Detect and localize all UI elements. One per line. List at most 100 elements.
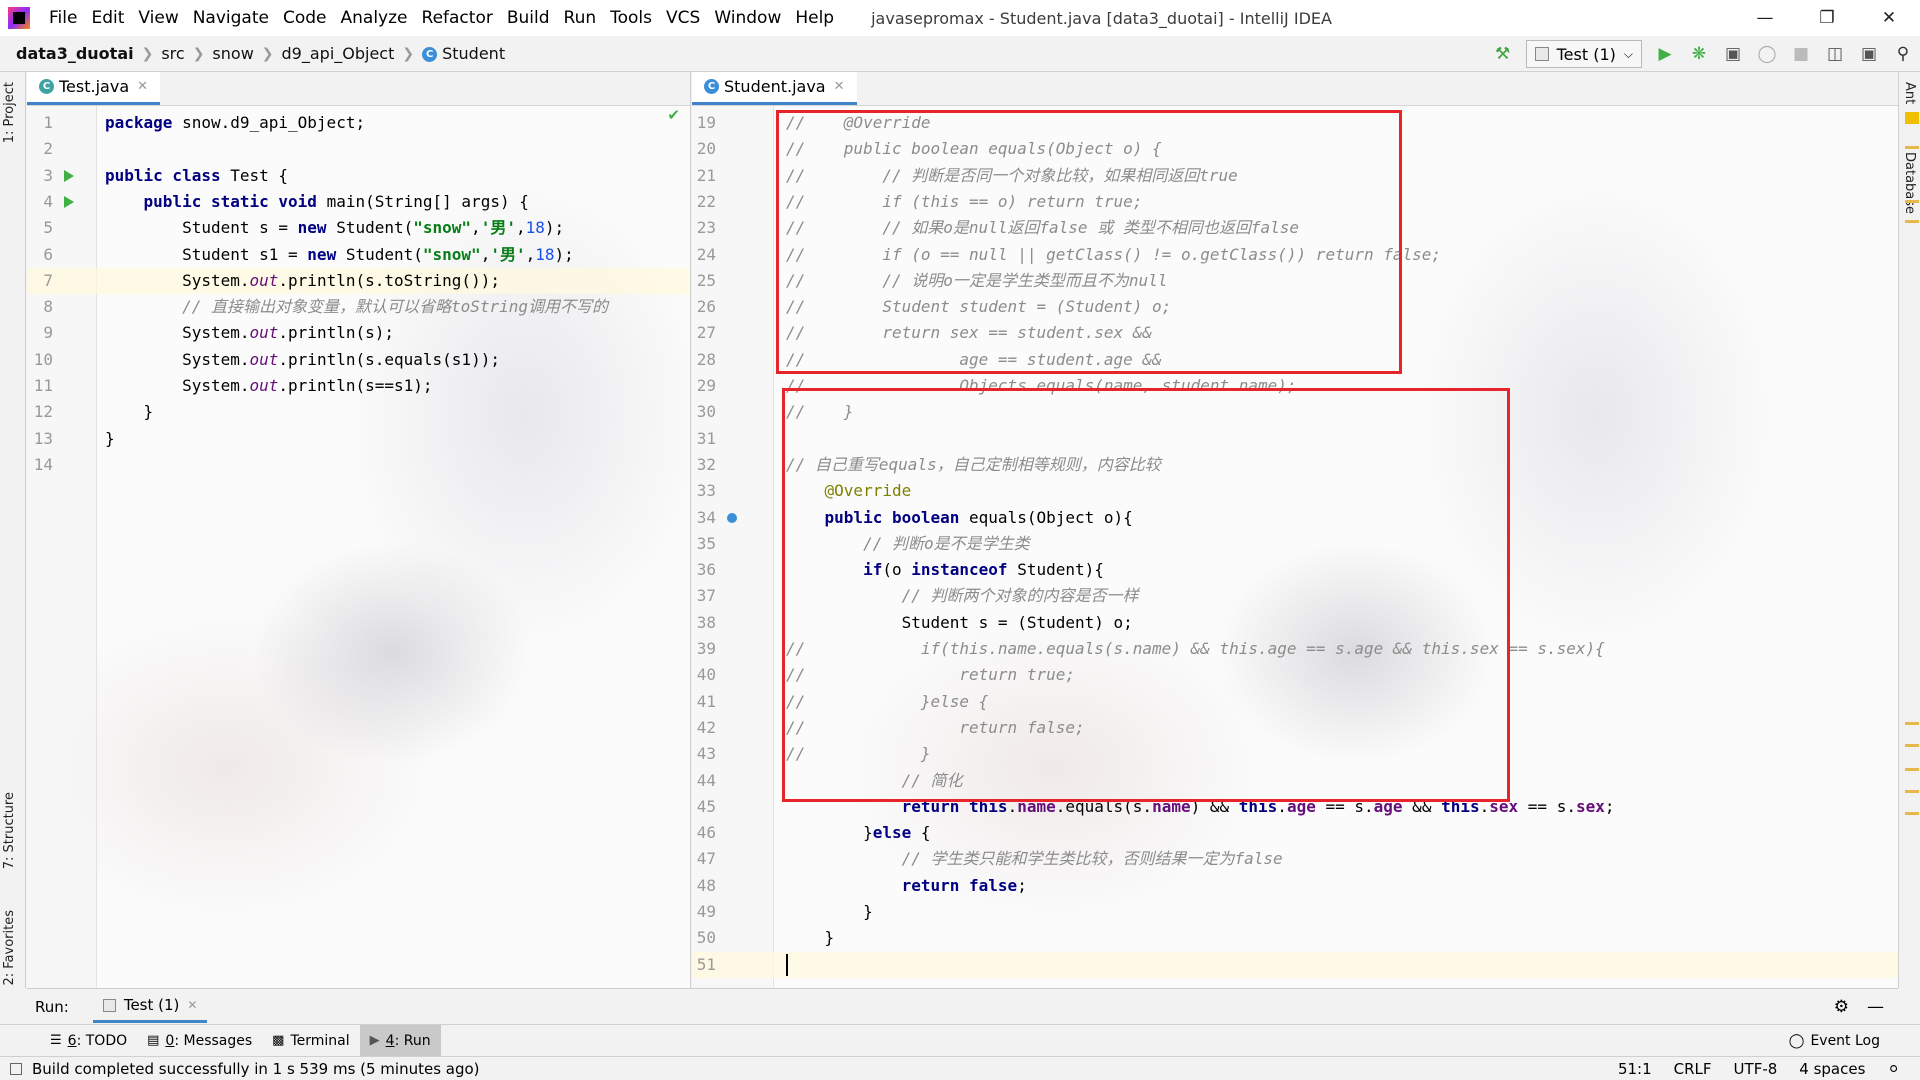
- indent-setting[interactable]: 4 spaces: [1799, 1060, 1865, 1078]
- code-line[interactable]: 12 }: [27, 399, 690, 425]
- code-line[interactable]: 49 }: [692, 899, 1898, 925]
- tool-tab-run[interactable]: ▶ 4: Run: [359, 1024, 441, 1057]
- tool-tab-terminal[interactable]: ▩ Terminal: [262, 1025, 359, 1057]
- code-line[interactable]: 50 }: [692, 925, 1898, 951]
- run-config-selector[interactable]: Test (1) ⌵: [1525, 40, 1642, 68]
- event-log-button[interactable]: ◯ Event Log: [1789, 1033, 1880, 1049]
- search-icon[interactable]: ⚲: [1888, 39, 1918, 69]
- minimize-button[interactable]: —: [1734, 0, 1796, 36]
- menu-navigate[interactable]: Navigate: [186, 8, 276, 28]
- code-line[interactable]: 8 // 直接输出对象变量，默认可以省略toString调用不写的: [27, 294, 690, 320]
- code-line[interactable]: 11 System.out.println(s==s1);: [27, 373, 690, 399]
- file-encoding[interactable]: UTF-8: [1734, 1060, 1778, 1078]
- code-line[interactable]: 46 }else {: [692, 820, 1898, 846]
- minimize-icon[interactable]: —: [1867, 997, 1884, 1017]
- menu-analyze[interactable]: Analyze: [334, 8, 415, 28]
- error-stripe-marker[interactable]: [1905, 722, 1919, 725]
- menu-view[interactable]: View: [131, 8, 185, 28]
- error-stripe-marker[interactable]: [1905, 220, 1919, 223]
- error-stripe-marker[interactable]: [1905, 812, 1919, 815]
- tool-tab-todo[interactable]: ☰ 6: TODO: [40, 1025, 137, 1057]
- error-stripe-marker[interactable]: [1905, 768, 1919, 771]
- breadcrumb-class-student[interactable]: C Student: [420, 44, 507, 63]
- menu-edit[interactable]: Edit: [84, 8, 131, 28]
- close-button[interactable]: ✕: [1858, 0, 1920, 36]
- close-icon[interactable]: ✕: [834, 79, 845, 94]
- code-line[interactable]: 14: [27, 452, 690, 478]
- code-editor-left[interactable]: 1 package snow.d9_api_Object; 2 3 public cla…: [27, 106, 690, 988]
- error-stripe-marker[interactable]: [1905, 112, 1919, 124]
- line-number: 11: [33, 376, 53, 395]
- error-stripe-marker[interactable]: [1905, 744, 1919, 747]
- error-stripe-marker[interactable]: [1905, 200, 1919, 203]
- tool-tab-terminal-label: Terminal: [290, 1032, 350, 1049]
- profile-icon[interactable]: ◯: [1752, 39, 1782, 69]
- tab-test-java[interactable]: C Test.java ✕: [27, 72, 161, 105]
- code-text: System.out.println(s.toString());: [105, 268, 500, 294]
- code-token: System.: [105, 270, 250, 290]
- run-gutter-icon[interactable]: [64, 195, 74, 208]
- code-line[interactable]: 47 // 学生类只能和学生类比较，否则结果一定为false: [692, 846, 1898, 872]
- code-line[interactable]: 4 public static void main(String[] args)…: [27, 189, 690, 215]
- override-gutter-icon[interactable]: [727, 512, 737, 523]
- line-separator[interactable]: CRLF: [1674, 1060, 1712, 1078]
- tool-tab-database[interactable]: Database: [1902, 152, 1917, 214]
- error-stripe-marker[interactable]: [1905, 146, 1919, 149]
- menu-run[interactable]: Run: [557, 8, 604, 28]
- code-line[interactable]: 1 package snow.d9_api_Object;: [27, 110, 690, 136]
- tool-tab-favorites[interactable]: 2: Favorites: [2, 910, 17, 986]
- status-bar: Build completed successfully in 1 s 539 …: [0, 1056, 1920, 1080]
- menu-file[interactable]: File: [42, 8, 84, 28]
- breadcrumb-package-d9[interactable]: d9_api_Object: [280, 44, 397, 63]
- class-icon: C: [39, 79, 54, 94]
- run-with-coverage-icon[interactable]: ▣: [1718, 39, 1748, 69]
- maximize-button[interactable]: ❐: [1796, 0, 1858, 36]
- status-toggle-icon[interactable]: [10, 1062, 22, 1075]
- code-line[interactable]: 13}: [27, 426, 690, 452]
- code-line[interactable]: 5 Student s = new Student("snow",'男',18)…: [27, 215, 690, 241]
- menu-help[interactable]: Help: [788, 8, 841, 28]
- menu-code[interactable]: Code: [276, 8, 334, 28]
- build-hammer-icon[interactable]: ⚒: [1488, 39, 1518, 69]
- tool-tab-structure[interactable]: 7: Structure: [2, 792, 17, 869]
- menu-vcs[interactable]: VCS: [659, 8, 707, 28]
- run-tab-test[interactable]: Test (1) ✕: [92, 990, 208, 1023]
- code-line[interactable]: 48 return false;: [692, 873, 1898, 899]
- code-line[interactable]: 10 System.out.println(s.equals(s1));: [27, 347, 690, 373]
- tool-tab-messages[interactable]: ▤ 0: Messages: [137, 1025, 262, 1057]
- line-number: 47: [696, 849, 716, 869]
- gear-icon[interactable]: ⚙: [1834, 997, 1849, 1017]
- breadcrumb-package-snow[interactable]: snow: [210, 44, 255, 63]
- code-line[interactable]: 51: [692, 951, 1898, 978]
- debug-icon[interactable]: ❋: [1684, 39, 1714, 69]
- close-icon[interactable]: ✕: [137, 79, 148, 94]
- run-icon[interactable]: ▶: [1650, 39, 1680, 69]
- menu-build[interactable]: Build: [500, 8, 557, 28]
- close-icon[interactable]: ✕: [187, 998, 197, 1012]
- tool-tab-project[interactable]: 1: Project: [2, 82, 17, 143]
- project-structure-icon[interactable]: ◫: [1820, 39, 1850, 69]
- menu-window[interactable]: Window: [707, 8, 788, 28]
- menu-tools[interactable]: Tools: [603, 8, 659, 28]
- stop-icon[interactable]: ■: [1786, 39, 1816, 69]
- run-gutter-icon[interactable]: [64, 169, 74, 182]
- breadcrumb-project[interactable]: data3_duotai: [14, 44, 136, 63]
- code-line[interactable]: 6 Student s1 = new Student("snow",'男',18…: [27, 242, 690, 268]
- breadcrumb: data3_duotai ❯ src ❯ snow ❯ d9_api_Objec…: [14, 44, 507, 63]
- code-line[interactable]: 3 public class Test {: [27, 163, 690, 189]
- error-stripe-marker[interactable]: [1905, 790, 1919, 793]
- tab-student-java[interactable]: C Student.java ✕: [692, 72, 857, 105]
- code-line[interactable]: 7 System.out.println(s.toString());: [27, 267, 690, 294]
- sdk-icon[interactable]: ▣: [1854, 39, 1884, 69]
- code-line[interactable]: 9 System.out.println(s);: [27, 320, 690, 346]
- code-token: Student s =: [105, 218, 298, 238]
- breadcrumb-src[interactable]: src: [159, 44, 186, 63]
- code-token: snow.d9_api_Object;: [182, 113, 366, 132]
- caret-position[interactable]: 51:1: [1618, 1060, 1652, 1078]
- menu-refactor[interactable]: Refactor: [415, 8, 500, 28]
- code-editor-right[interactable]: 19// @Override 20// public boolean equals…: [692, 106, 1898, 988]
- tool-tab-ant[interactable]: Ant: [1902, 82, 1917, 104]
- code-line[interactable]: 2: [27, 136, 690, 162]
- lock-icon[interactable]: ⚪: [1887, 1060, 1900, 1078]
- code-token: ,: [525, 244, 536, 264]
